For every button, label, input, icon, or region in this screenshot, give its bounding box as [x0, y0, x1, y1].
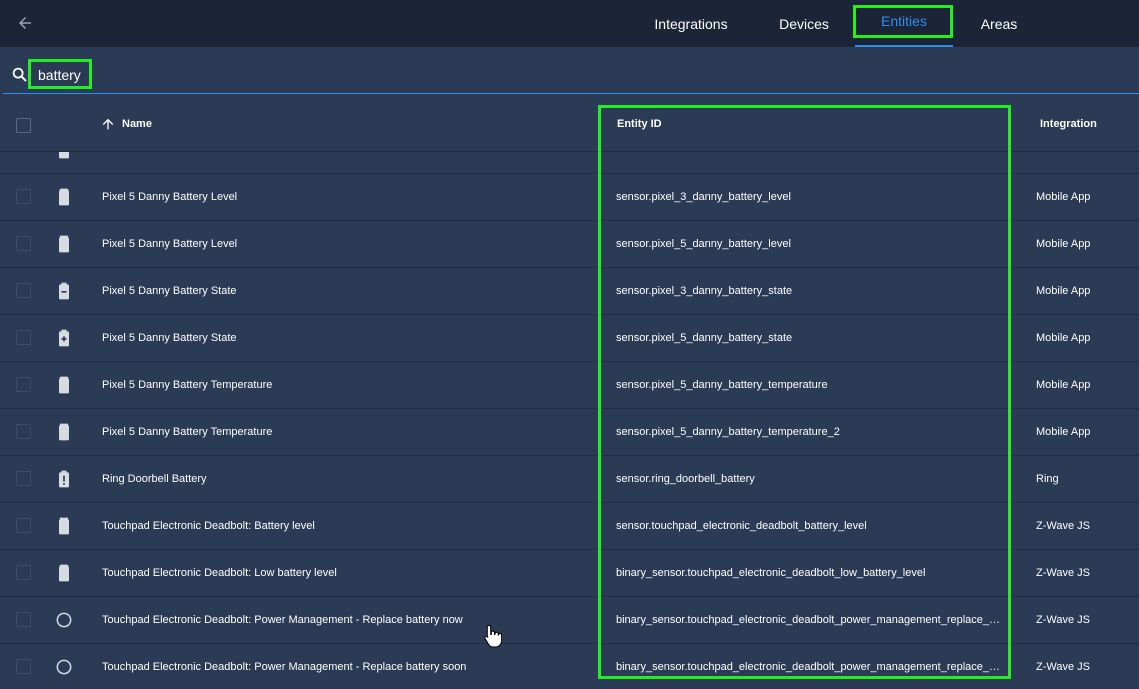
entity-integration: Mobile App	[1036, 426, 1091, 438]
entity-id: binary_sensor.touchpad_electronic_deadbo…	[616, 567, 926, 579]
entity-name: Touchpad Electronic Deadbolt: Power Mana…	[102, 614, 463, 626]
entity-id: sensor.pixel_5_danny_battery_temperature…	[616, 426, 840, 438]
entity-integration: Ring	[1036, 473, 1059, 485]
entity-integration: Mobile App	[1036, 332, 1091, 344]
select-all-checkbox[interactable]	[16, 118, 31, 133]
table-row[interactable]: Pixel 5 Danny Battery Temperature sensor.…	[0, 409, 1139, 456]
entity-name: Pixel 5 Danny Battery Temperature	[102, 426, 273, 438]
battery-icon	[54, 375, 74, 395]
tab-entities[interactable]: Entities	[855, 0, 953, 44]
entity-id: binary_sensor.touchpad_electronic_deadbo…	[616, 614, 1001, 626]
entity-id: sensor.pixel_5_danny_battery_state	[616, 332, 793, 344]
table-body: Pixel 5 Danny Battery Level sensor.pixel_…	[0, 152, 1139, 689]
top-bar: Integrations Devices Entities Areas	[0, 0, 1139, 47]
tab-integrations[interactable]: Integrations	[642, 0, 740, 47]
table-row[interactable]: Touchpad Electronic Deadbolt: Power Mana…	[0, 644, 1139, 689]
entity-name: Touchpad Electronic Deadbolt: Low batter…	[102, 567, 337, 579]
column-integration-label: Integration	[1040, 117, 1097, 130]
battery-icon	[54, 152, 74, 160]
entity-name: Touchpad Electronic Deadbolt: Battery le…	[102, 520, 315, 532]
entity-id: sensor.pixel_5_danny_battery_temperature	[616, 379, 828, 391]
entity-integration: Z-Wave JS	[1036, 614, 1090, 626]
table-row[interactable]: Pixel 5 Danny Battery Level sensor.pixel_…	[0, 221, 1139, 268]
row-checkbox[interactable]	[16, 471, 31, 486]
battery-icon	[54, 516, 74, 536]
tab-devices[interactable]: Devices	[760, 0, 848, 47]
table-row[interactable]: Touchpad Electronic Deadbolt: Power Mana…	[0, 597, 1139, 644]
table-header: Name Entity ID Integration	[0, 95, 1139, 152]
entity-name: Ring Doorbell Battery	[102, 473, 207, 485]
entity-name: Touchpad Electronic Deadbolt: Power Mana…	[102, 661, 467, 673]
circle-outline-icon	[54, 610, 74, 630]
row-checkbox[interactable]	[16, 283, 31, 298]
row-checkbox[interactable]	[16, 377, 31, 392]
back-arrow-icon[interactable]	[12, 10, 38, 36]
row-checkbox[interactable]	[16, 612, 31, 627]
entity-id: binary_sensor.touchpad_electronic_deadbo…	[616, 661, 1001, 673]
battery-minus-icon	[54, 281, 74, 301]
row-checkbox[interactable]	[16, 565, 31, 580]
sort-ascending-icon	[102, 118, 114, 129]
table-row[interactable]: Pixel 5 Danny Battery Level sensor.pixel_…	[0, 174, 1139, 221]
row-checkbox[interactable]	[16, 424, 31, 439]
entity-integration: Mobile App	[1036, 379, 1091, 391]
search-underline	[3, 93, 1139, 94]
battery-icon	[54, 422, 74, 442]
table-row[interactable]: Touchpad Electronic Deadbolt: Battery le…	[0, 503, 1139, 550]
table-row[interactable]: Ring Doorbell Battery sensor.ring_doorbel…	[0, 456, 1139, 503]
row-checkbox[interactable]	[16, 659, 31, 674]
search-icon	[12, 67, 27, 82]
entity-name: Pixel 5 Danny Battery State	[102, 332, 237, 344]
battery-icon	[54, 234, 74, 254]
column-header-entity-id[interactable]: Entity ID	[617, 95, 662, 152]
row-checkbox[interactable]	[16, 518, 31, 533]
battery-plus-icon	[54, 328, 74, 348]
table-row[interactable]	[0, 152, 1139, 174]
row-checkbox[interactable]	[16, 189, 31, 204]
entity-integration: Mobile App	[1036, 191, 1091, 203]
circle-outline-icon	[54, 657, 74, 677]
entity-integration: Mobile App	[1036, 238, 1091, 250]
battery-alert-icon	[54, 469, 74, 489]
tab-areas[interactable]: Areas	[965, 0, 1033, 47]
table-row[interactable]: Pixel 5 Danny Battery State sensor.pixel_…	[0, 268, 1139, 315]
entity-name: Pixel 5 Danny Battery State	[102, 285, 237, 297]
entity-integration: Mobile App	[1036, 285, 1091, 297]
column-entity-id-label: Entity ID	[617, 117, 662, 130]
row-checkbox[interactable]	[16, 236, 31, 251]
entity-id: sensor.pixel_3_danny_battery_level	[616, 191, 791, 203]
column-header-name[interactable]: Name	[100, 95, 152, 152]
entity-integration: Z-Wave JS	[1036, 567, 1090, 579]
entity-id: sensor.touchpad_electronic_deadbolt_batt…	[616, 520, 867, 532]
entity-name: Pixel 5 Danny Battery Level	[102, 238, 238, 250]
row-checkbox[interactable]	[16, 330, 31, 345]
entity-id: sensor.pixel_5_danny_battery_level	[616, 238, 791, 250]
entity-name: Pixel 5 Danny Battery Temperature	[102, 379, 273, 391]
search-input[interactable]	[38, 64, 338, 86]
column-name-label: Name	[122, 117, 152, 130]
column-header-integration[interactable]: Integration	[1040, 95, 1097, 152]
battery-icon	[54, 187, 74, 207]
table-row[interactable]: Pixel 5 Danny Battery State sensor.pixel_…	[0, 315, 1139, 362]
table-row[interactable]: Pixel 5 Danny Battery Temperature sensor.…	[0, 362, 1139, 409]
entity-id: sensor.ring_doorbell_battery	[616, 473, 755, 485]
entity-id: sensor.pixel_3_danny_battery_state	[616, 285, 793, 297]
table-row[interactable]: Touchpad Electronic Deadbolt: Low batter…	[0, 550, 1139, 597]
entity-integration: Z-Wave JS	[1036, 661, 1090, 673]
battery-icon	[54, 563, 74, 583]
entity-name: Pixel 5 Danny Battery Level	[102, 191, 238, 203]
entity-integration: Z-Wave JS	[1036, 520, 1090, 532]
